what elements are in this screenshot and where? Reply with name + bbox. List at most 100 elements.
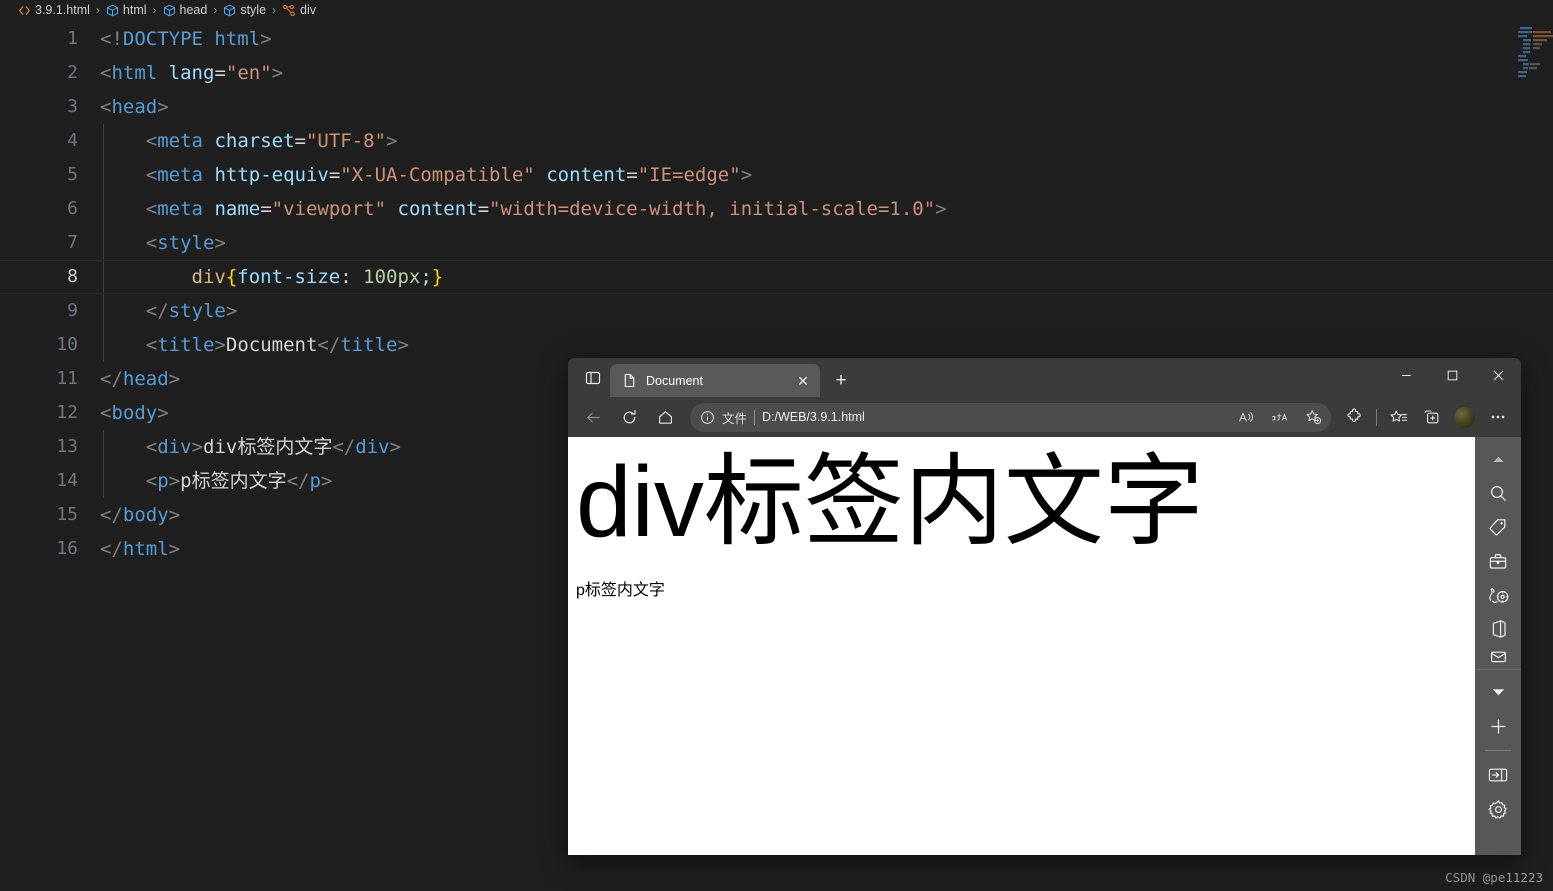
indent-guide	[103, 261, 104, 293]
indent-guide	[103, 328, 104, 362]
indent-guide	[103, 294, 104, 328]
element-cube-icon	[223, 4, 236, 17]
indent-guide	[103, 226, 104, 260]
code-text: <!DOCTYPE html>	[100, 28, 272, 50]
breadcrumb[interactable]: 3.9.1.html › html › head › style › div	[0, 0, 1553, 20]
shopping-tag-icon[interactable]	[1482, 511, 1514, 543]
office-icon[interactable]	[1482, 613, 1514, 645]
sidebar-toggle-icon[interactable]	[1482, 759, 1514, 791]
navigation-bar: 文件 D:/WEB/3.9.1.html	[568, 397, 1521, 437]
read-aloud-icon[interactable]	[1232, 405, 1259, 430]
code-line[interactable]: 10 <title>Document</title>	[0, 328, 1553, 362]
code-text: </html>	[100, 538, 181, 560]
tab-actions-icon[interactable]	[576, 362, 610, 394]
code-text: <meta charset="UTF-8">	[145, 130, 398, 152]
toolbar-divider	[1376, 408, 1377, 426]
css-selector-icon	[282, 4, 296, 17]
code-line[interactable]: 2 <html lang="en">	[0, 56, 1553, 90]
line-number: 8	[67, 266, 78, 287]
code-text: <meta http-equiv="X-UA-Compatible" conte…	[145, 164, 753, 186]
breadcrumb-label: style	[240, 3, 267, 17]
element-cube-icon	[106, 4, 119, 17]
code-text: </head>	[100, 368, 181, 390]
code-text: <style>	[145, 232, 226, 254]
code-text: <title>Document</title>	[145, 334, 409, 356]
outlook-icon[interactable]	[1482, 647, 1514, 663]
code-line[interactable]: 3 <head>	[0, 90, 1553, 124]
settings-gear-icon[interactable]	[1482, 793, 1514, 825]
line-number: 5	[67, 164, 78, 185]
window-controls	[1383, 358, 1521, 392]
breadcrumb-item-div[interactable]: div	[282, 3, 316, 17]
extensions-puzzle-icon[interactable]	[1339, 402, 1370, 432]
chevron-up-icon[interactable]	[1482, 443, 1514, 475]
indent-guide	[103, 124, 104, 158]
browser-tab[interactable]: Document ✕	[610, 364, 820, 397]
maximize-button[interactable]	[1429, 358, 1475, 392]
line-number: 3	[67, 96, 78, 117]
line-number: 1	[67, 28, 78, 49]
breadcrumb-item-html[interactable]: html	[106, 3, 147, 17]
home-icon[interactable]	[648, 402, 682, 432]
indent-guide	[103, 430, 104, 464]
line-number: 10	[56, 334, 78, 355]
url-scheme-label: 文件	[722, 411, 748, 426]
code-line[interactable]: 6 <meta name="viewport" content="width=d…	[0, 192, 1553, 226]
close-button[interactable]	[1475, 358, 1521, 392]
breadcrumb-label: head	[179, 3, 208, 17]
code-line[interactable]: 7 <style>	[0, 226, 1553, 260]
breadcrumb-item-head[interactable]: head	[163, 3, 208, 17]
page-viewport: div标签内文字 p标签内文字	[568, 437, 1475, 855]
element-cube-icon	[163, 4, 176, 17]
favorites-star-icon[interactable]	[1383, 402, 1414, 432]
code-text: <body>	[100, 402, 169, 424]
url-text[interactable]: D:/WEB/3.9.1.html	[762, 410, 1225, 424]
line-number: 16	[56, 538, 78, 559]
back-arrow-icon[interactable]	[576, 402, 610, 432]
sidebar-divider	[1475, 669, 1521, 670]
line-number: 13	[56, 436, 78, 457]
code-line[interactable]: 9 </style>	[0, 294, 1553, 328]
code-line[interactable]: 5 <meta http-equiv="X-UA-Compatible" con…	[0, 158, 1553, 192]
chevron-down-icon[interactable]	[1482, 676, 1514, 708]
line-number: 12	[56, 402, 78, 423]
code-text: <meta name="viewport" content="width=dev…	[145, 198, 947, 220]
breadcrumb-separator: ›	[152, 3, 157, 17]
info-circle-icon[interactable]	[700, 410, 715, 425]
address-bar[interactable]: 文件 D:/WEB/3.9.1.html	[690, 402, 1331, 432]
collections-icon[interactable]	[1416, 402, 1447, 432]
translate-icon[interactable]	[1266, 405, 1293, 430]
close-icon[interactable]: ✕	[792, 370, 814, 392]
breadcrumb-label: html	[122, 3, 147, 17]
code-text: <html lang="en">	[100, 62, 284, 84]
code-text: <p>p标签内文字</p>	[145, 470, 333, 492]
code-text: <head>	[100, 96, 169, 118]
breadcrumb-item-style[interactable]: style	[223, 3, 266, 17]
edge-right-sidebar	[1475, 437, 1521, 855]
settings-more-icon[interactable]	[1482, 402, 1513, 432]
avatar	[1454, 406, 1475, 428]
line-number: 6	[67, 198, 78, 219]
code-line[interactable]: 4 <meta charset="UTF-8">	[0, 124, 1553, 158]
indent-guide	[103, 464, 104, 498]
minimap[interactable]	[1490, 22, 1553, 78]
html-file-icon	[18, 4, 31, 17]
search-icon[interactable]	[1482, 477, 1514, 509]
games-icon[interactable]	[1482, 579, 1514, 611]
profile-avatar-icon[interactable]	[1449, 402, 1480, 432]
breadcrumb-separator: ›	[272, 3, 277, 17]
add-plus-icon[interactable]	[1482, 710, 1514, 742]
code-line[interactable]: 1 <!DOCTYPE html>	[0, 22, 1553, 56]
breadcrumb-item-3-9-1-html[interactable]: 3.9.1.html	[18, 3, 90, 17]
code-line[interactable]: 8 div{font-size: 100px;}	[0, 260, 1553, 294]
line-number: 9	[67, 300, 78, 321]
minimize-button[interactable]	[1383, 358, 1429, 392]
new-tab-button[interactable]: +	[826, 366, 856, 394]
breadcrumb-label: div	[300, 3, 317, 17]
rendered-p-text: p标签内文字	[576, 582, 665, 599]
sidebar-divider-lower	[1485, 750, 1511, 751]
refresh-icon[interactable]	[612, 402, 646, 432]
line-number: 15	[56, 504, 78, 525]
add-favorite-star-icon[interactable]	[1300, 405, 1327, 430]
tools-briefcase-icon[interactable]	[1482, 545, 1514, 577]
